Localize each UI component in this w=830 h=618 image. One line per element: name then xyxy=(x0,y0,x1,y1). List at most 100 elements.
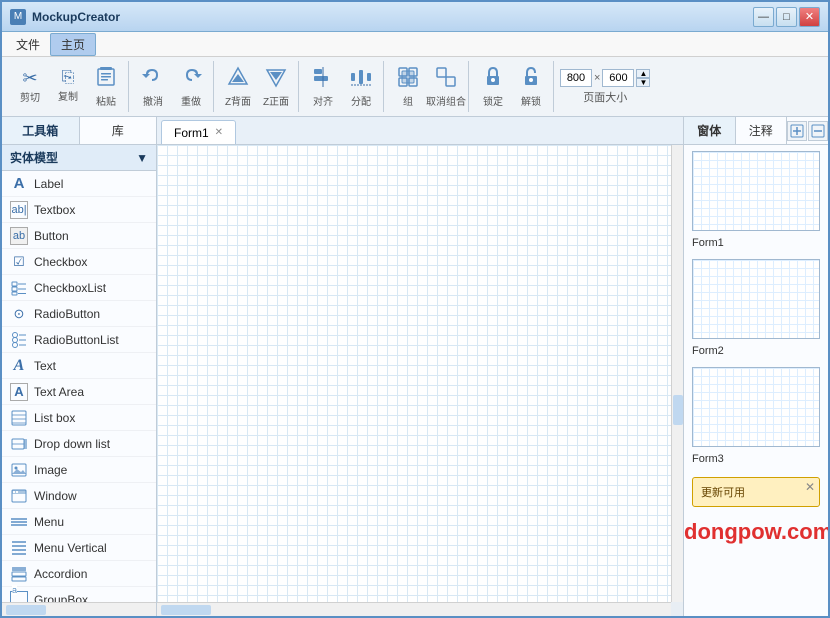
textarea-icon: A xyxy=(10,383,28,401)
app-icon: M xyxy=(10,9,26,25)
ungroup-button[interactable]: 取消组合 xyxy=(428,63,464,111)
close-button[interactable]: ✕ xyxy=(799,7,820,27)
list-item-radiobutton[interactable]: ⊙ RadioButton xyxy=(2,301,156,327)
toolbar-group-group: 组 取消组合 xyxy=(386,61,469,112)
cut-label: 剪切 xyxy=(20,89,40,104)
item-text-text: Text xyxy=(34,359,56,373)
category-label: 实体模型 xyxy=(10,149,58,166)
size-arrows: ▲ ▼ xyxy=(636,69,650,87)
form3-label: Form3 xyxy=(684,453,828,469)
canvas-hscroll[interactable] xyxy=(157,602,671,616)
window-icon xyxy=(10,487,28,505)
radiobuttonlist-icon xyxy=(10,331,28,349)
toolbar: ✂ 剪切 ⎘ 复制 粘贴 xyxy=(2,57,828,117)
list-item-accordion[interactable]: Accordion xyxy=(2,561,156,587)
zfront-button[interactable]: Z正面 xyxy=(258,63,294,111)
align-icon xyxy=(312,66,334,91)
menu-file[interactable]: 文件 xyxy=(6,34,50,55)
canvas-tab-form1[interactable]: Form1 ✕ xyxy=(161,120,236,144)
align-label: 对齐 xyxy=(313,93,333,108)
toolbar-group-clipboard: ✂ 剪切 ⎘ 复制 粘贴 xyxy=(8,61,129,112)
minimize-button[interactable]: — xyxy=(753,7,774,27)
list-item-text[interactable]: A Text xyxy=(2,353,156,379)
toolbar-size-group: × ▲ ▼ 页面大小 xyxy=(556,69,654,105)
paste-button[interactable]: 粘贴 xyxy=(88,63,124,111)
form1-thumb[interactable] xyxy=(692,151,820,231)
label-icon: A xyxy=(10,175,28,193)
canvas-grid[interactable] xyxy=(157,145,671,602)
text-icon: A xyxy=(10,357,28,375)
item-textarea-text: Text Area xyxy=(34,385,84,399)
update-banner-close[interactable]: ✕ xyxy=(805,480,815,494)
new-form-button[interactable] xyxy=(787,121,807,141)
list-item-groupbox[interactable]: a GroupBox xyxy=(2,587,156,602)
form1-label: Form1 xyxy=(684,237,828,253)
item-radiobuttonlist-text: RadioButtonList xyxy=(34,333,119,347)
menu-bar: 文件 主页 xyxy=(2,32,828,57)
height-input[interactable] xyxy=(602,69,634,87)
canvas-body xyxy=(157,145,683,616)
undo-button[interactable]: 撤消 xyxy=(135,63,171,111)
list-item-textarea[interactable]: A Text Area xyxy=(2,379,156,405)
item-accordion-text: Accordion xyxy=(34,567,87,581)
item-textbox-text: Textbox xyxy=(34,203,75,217)
tab-annotations[interactable]: 注释 xyxy=(736,117,788,144)
align-button[interactable]: 对齐 xyxy=(305,63,341,111)
copy-button[interactable]: ⎘ 复制 xyxy=(50,63,86,111)
form2-thumb[interactable] xyxy=(692,259,820,339)
maximize-button[interactable]: □ xyxy=(776,7,797,27)
width-input[interactable] xyxy=(560,69,592,87)
right-tabs: 窗体 注释 xyxy=(684,117,828,145)
update-banner: ✕ 更新可用 xyxy=(692,477,820,507)
zfront-icon xyxy=(265,66,287,91)
distribute-button[interactable]: 分配 xyxy=(343,63,379,111)
form2-label: Form2 xyxy=(684,345,828,361)
zfront-label: Z正面 xyxy=(263,93,289,108)
sidebar-hscroll[interactable] xyxy=(2,602,156,616)
list-item-textbox[interactable]: ab| Textbox xyxy=(2,197,156,223)
list-item-dropdown[interactable]: Drop down list xyxy=(2,431,156,457)
canvas-vscroll[interactable] xyxy=(671,145,683,602)
size-down-arrow[interactable]: ▼ xyxy=(636,78,650,87)
watermark-area: dongpow.com xyxy=(684,515,828,549)
form3-thumb[interactable] xyxy=(692,367,820,447)
lock-button[interactable]: 锁定 xyxy=(475,63,511,111)
cut-icon: ✂ xyxy=(22,69,37,87)
zback-button[interactable]: Z背面 xyxy=(220,63,256,111)
list-item-menu[interactable]: Menu xyxy=(2,509,156,535)
canvas-vscroll-thumb xyxy=(673,395,683,425)
list-item-menu-vertical[interactable]: Menu Vertical xyxy=(2,535,156,561)
list-item-listbox[interactable]: List box xyxy=(2,405,156,431)
item-menu-vertical-text: Menu Vertical xyxy=(34,541,107,555)
update-text: 更新可用 xyxy=(701,484,811,500)
delete-form-button[interactable] xyxy=(808,121,828,141)
tab-window-forms[interactable]: 窗体 xyxy=(684,117,736,144)
unlock-button[interactable]: 解锁 xyxy=(513,63,549,111)
canvas-tab-close[interactable]: ✕ xyxy=(215,127,223,138)
group-button[interactable]: 组 xyxy=(390,63,426,111)
item-groupbox-text: GroupBox xyxy=(34,593,88,603)
image-icon xyxy=(10,461,28,479)
list-item-radiobuttonlist[interactable]: RadioButtonList xyxy=(2,327,156,353)
list-item-checkbox[interactable]: ☑ Checkbox xyxy=(2,249,156,275)
checkboxlist-icon xyxy=(10,279,28,297)
right-panel: 窗体 注释 xyxy=(683,117,828,616)
list-item-image[interactable]: Image xyxy=(2,457,156,483)
canvas-area: Form1 ✕ xyxy=(157,117,683,616)
redo-icon xyxy=(180,66,202,91)
category-arrow: ▼ xyxy=(136,151,148,165)
list-item-window[interactable]: Window xyxy=(2,483,156,509)
distribute-label: 分配 xyxy=(351,93,371,108)
redo-button[interactable]: 重做 xyxy=(173,63,209,111)
list-item-button[interactable]: ab Button xyxy=(2,223,156,249)
menu-home[interactable]: 主页 xyxy=(50,33,96,56)
list-item-checkboxlist[interactable]: CheckboxList xyxy=(2,275,156,301)
size-up-arrow[interactable]: ▲ xyxy=(636,69,650,78)
textbox-icon: ab| xyxy=(10,201,28,219)
item-checkbox-text: Checkbox xyxy=(34,255,87,269)
tab-toolbox[interactable]: 工具箱 xyxy=(2,117,80,144)
tab-library[interactable]: 库 xyxy=(80,117,157,144)
cut-button[interactable]: ✂ 剪切 xyxy=(12,63,48,111)
list-item-label[interactable]: A Label xyxy=(2,171,156,197)
undo-label: 撤消 xyxy=(143,93,163,108)
